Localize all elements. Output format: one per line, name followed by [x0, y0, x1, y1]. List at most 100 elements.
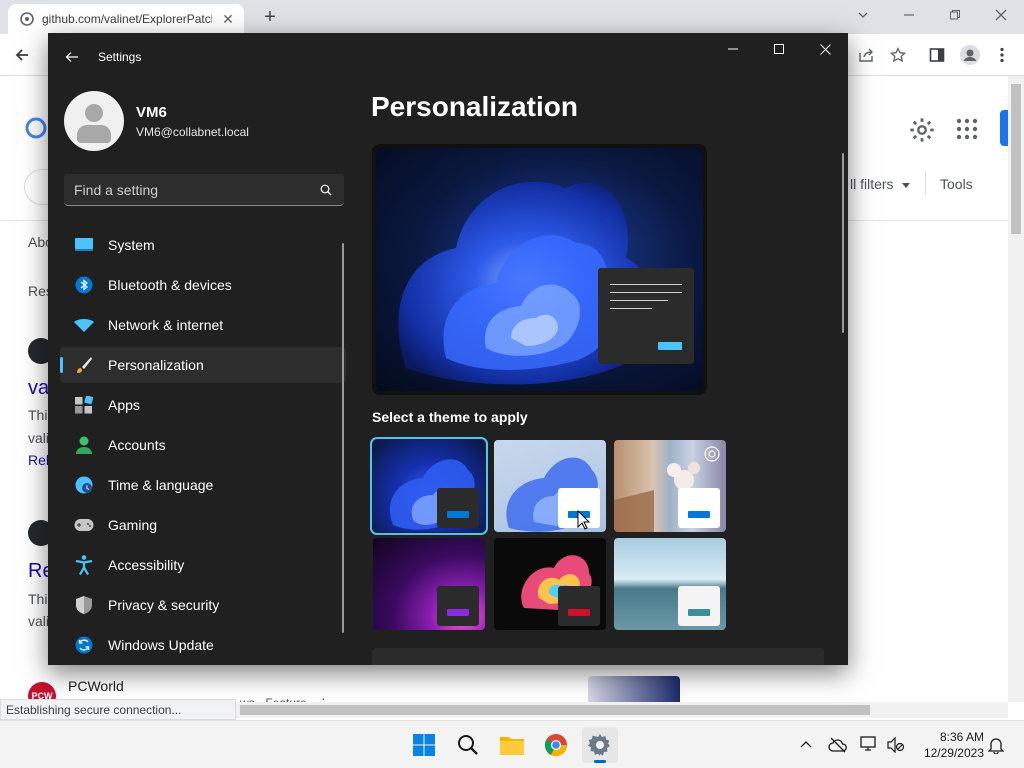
result-snippet-1b: vali	[28, 430, 50, 446]
notification-bell-icon[interactable]	[984, 733, 1008, 757]
theme-glow[interactable]	[373, 538, 485, 630]
nav-item-label: Time & language	[108, 477, 214, 493]
theme-preview	[372, 144, 707, 395]
browser-close-button[interactable]	[978, 0, 1024, 30]
settings-titlebar[interactable]: Settings	[48, 33, 848, 81]
pcworld-source-name: PCWorld	[68, 678, 124, 694]
taskbar: 8:36 AM 12/29/2023	[0, 720, 1024, 768]
nav-item-personalization[interactable]: Personalization	[60, 347, 346, 383]
settings-nav: System Bluetooth & devices Network & int…	[60, 227, 346, 665]
tab-title: github.com/valinet/ExplorerPatcher	[42, 12, 212, 26]
spotlight-camera-icon	[704, 446, 720, 462]
tab-search-chevron-icon[interactable]	[840, 0, 886, 30]
settings-window-title: Settings	[98, 50, 142, 64]
browser-tab-strip: github.com/valinet/ExplorerPatcher ✕ +	[0, 0, 1024, 34]
google-logo-icon	[24, 116, 48, 140]
personalization-brush-icon	[74, 355, 94, 375]
browser-tab[interactable]: github.com/valinet/ExplorerPatcher ✕	[8, 4, 244, 34]
onedrive-offline-icon[interactable]	[826, 733, 850, 757]
apps-icon	[74, 395, 94, 415]
side-panel-icon[interactable]	[922, 40, 952, 70]
nav-item-label: Gaming	[108, 517, 158, 533]
sign-in-button[interactable]	[1000, 110, 1008, 146]
search-input[interactable]	[74, 181, 318, 198]
result-link-1-sub[interactable]: Rel	[28, 452, 49, 468]
settings-window: Settings VM6 VM6@collabnet.local Find a …	[48, 33, 848, 665]
all-filters-label[interactable]: ll filters	[850, 176, 894, 192]
nav-item-accessibility[interactable]: Accessibility	[60, 547, 346, 583]
browser-minimize-button[interactable]	[886, 0, 932, 30]
nav-item-time-language[interactable]: Time & language	[60, 467, 346, 503]
chrome-menu-icon[interactable]	[987, 40, 1017, 70]
show-hidden-icons-chevron-icon[interactable]	[794, 733, 818, 757]
browser-status-bubble: Establishing secure connection...	[0, 699, 236, 720]
search-icon	[458, 735, 478, 755]
result-snippet-2a: Thi	[28, 591, 48, 607]
nav-item-privacy-security[interactable]: Privacy & security	[60, 587, 346, 623]
settings-minimize-button[interactable]	[710, 33, 756, 65]
nav-item-gaming[interactable]: Gaming	[60, 507, 346, 543]
nav-item-bluetooth[interactable]: Bluetooth & devices	[60, 267, 346, 303]
tools-button[interactable]: Tools	[940, 176, 973, 192]
nav-item-network[interactable]: Network & internet	[60, 307, 346, 343]
page-scroll-thumb-horizontal[interactable]	[240, 705, 870, 715]
settings-maximize-button[interactable]	[756, 33, 802, 65]
nav-item-accounts[interactable]: Accounts	[60, 427, 346, 463]
nav-item-label: Windows Update	[108, 637, 214, 653]
page-scroll-thumb[interactable]	[1011, 84, 1021, 234]
next-setting-card[interactable]	[372, 648, 824, 665]
profile-avatar-icon[interactable]	[955, 40, 985, 70]
back-arrow-icon[interactable]	[60, 45, 84, 69]
user-name: VM6	[136, 103, 167, 121]
nav-item-label: Accounts	[108, 437, 166, 453]
windows-logo-icon	[413, 734, 435, 756]
start-button[interactable]	[406, 727, 442, 763]
taskbar-search-button[interactable]	[450, 727, 486, 763]
find-setting-box[interactable]	[64, 174, 344, 206]
tab-close-icon[interactable]: ✕	[220, 11, 236, 28]
taskbar-clock[interactable]: 8:36 AM 12/29/2023	[912, 729, 984, 761]
gear-icon	[588, 734, 610, 756]
bookmark-star-icon[interactable]	[883, 40, 913, 70]
volume-muted-icon[interactable]	[884, 733, 908, 757]
share-icon[interactable]	[851, 40, 881, 70]
new-tab-button[interactable]: +	[258, 4, 282, 30]
theme-windows-dark[interactable]	[370, 437, 488, 535]
network-status-icon[interactable]	[858, 733, 882, 757]
browser-restore-button[interactable]	[932, 0, 978, 30]
result-snippet-2b: vali	[28, 613, 50, 629]
mouse-cursor-icon	[577, 510, 591, 530]
result-thumbnail[interactable]	[588, 676, 680, 702]
theme-captured-motion[interactable]	[494, 538, 606, 630]
settings-gear-icon[interactable]	[908, 116, 936, 144]
clock-date: 12/29/2023	[923, 746, 984, 760]
preview-window	[598, 268, 694, 364]
nav-item-system[interactable]: System	[60, 227, 346, 263]
themes-label: Select a theme to apply	[372, 409, 528, 425]
nav-item-windows-update[interactable]: Windows Update	[60, 627, 346, 663]
chrome-taskbar-button[interactable]	[538, 727, 574, 763]
user-profile[interactable]: VM6 VM6@collabnet.local	[64, 89, 344, 153]
privacy-shield-icon	[74, 595, 94, 615]
clock-time: 8:36 AM	[939, 730, 984, 744]
folder-icon	[500, 737, 524, 755]
theme-flow[interactable]	[614, 538, 726, 630]
apps-grid-icon[interactable]	[956, 118, 978, 140]
avatar	[64, 91, 124, 151]
accessibility-icon	[74, 555, 94, 575]
theme-windows-spotlight[interactable]	[614, 440, 726, 532]
result-snippet-1a: Thi	[28, 407, 48, 423]
settings-taskbar-button[interactable]	[582, 727, 618, 763]
settings-close-button[interactable]	[802, 33, 848, 65]
search-icon[interactable]	[318, 182, 334, 198]
nav-item-label: Apps	[108, 397, 140, 413]
page-vertical-scrollbar[interactable]	[1008, 76, 1024, 702]
nav-item-apps[interactable]: Apps	[60, 387, 346, 423]
page-horizontal-scrollbar[interactable]	[236, 702, 1008, 718]
gaming-icon	[74, 515, 94, 535]
file-explorer-button[interactable]	[494, 727, 530, 763]
back-arrow-icon[interactable]	[7, 40, 37, 70]
user-email: VM6@collabnet.local	[136, 124, 249, 139]
content-scrollbar[interactable]	[842, 153, 844, 333]
nav-scrollbar[interactable]	[342, 243, 344, 633]
